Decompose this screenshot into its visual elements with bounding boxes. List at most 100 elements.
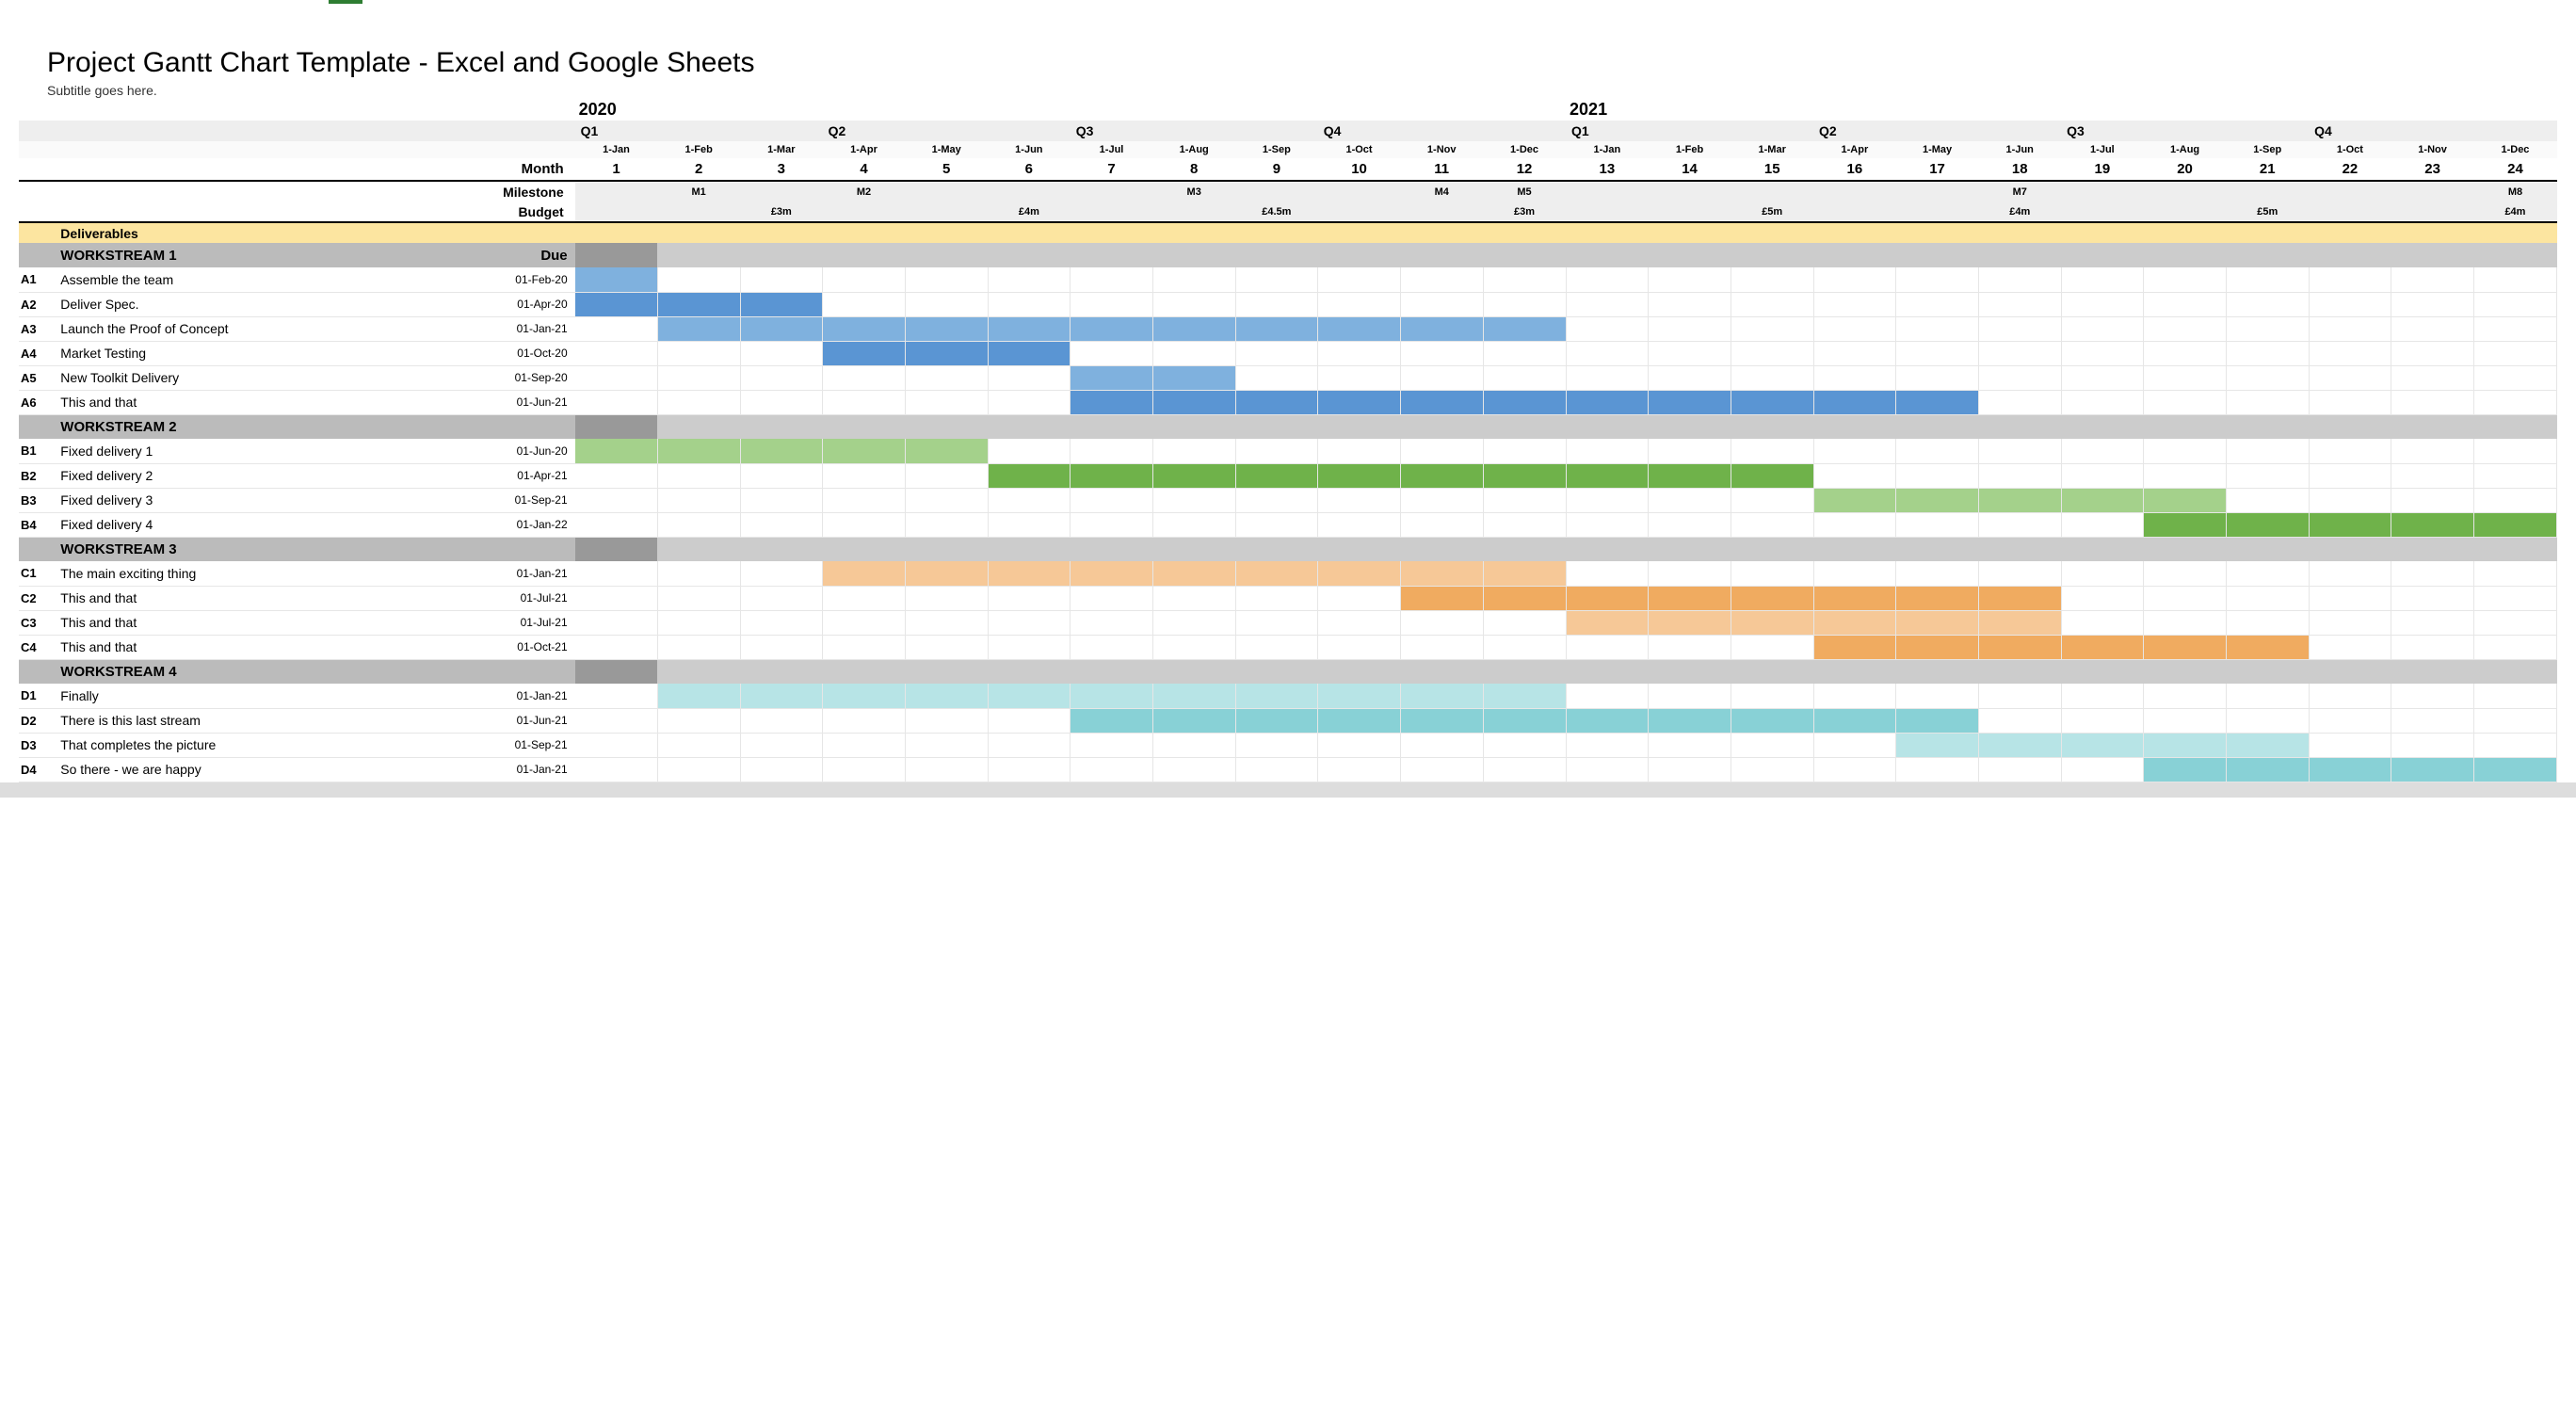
gantt-cell-B4-1[interactable] (575, 512, 658, 537)
gantt-bar-C3[interactable] (1731, 610, 1813, 635)
ws-gantt-cell[interactable] (1318, 659, 1401, 684)
gantt-bar-D1[interactable] (1318, 684, 1401, 708)
ws-gantt-cell[interactable] (2473, 414, 2556, 439)
ws-gantt-cell[interactable] (2391, 659, 2474, 684)
gantt-bar-A3[interactable] (1483, 316, 1566, 341)
ws-gantt-cell[interactable] (1071, 414, 1153, 439)
gantt-cell-C1-14[interactable] (1649, 561, 1731, 586)
gantt-cell-B3-3[interactable] (740, 488, 823, 512)
gantt-cell-A3-16[interactable] (1813, 316, 1896, 341)
gantt-bar-D2[interactable] (1731, 708, 1813, 733)
gantt-bar-A6[interactable] (1483, 390, 1566, 414)
gantt-cell-D1-18[interactable] (1978, 684, 2061, 708)
gantt-cell-C1-20[interactable] (2144, 561, 2227, 586)
gantt-cell-B4-15[interactable] (1731, 512, 1813, 537)
gantt-cell-A4-9[interactable] (1235, 341, 1318, 365)
gantt-bar-A3[interactable] (988, 316, 1071, 341)
gantt-bar-C1[interactable] (823, 561, 906, 586)
gantt-cell-B4-14[interactable] (1649, 512, 1731, 537)
gantt-bar-C2[interactable] (1896, 586, 1979, 610)
gantt-cell-C4-5[interactable] (905, 635, 988, 659)
gantt-cell-D2-21[interactable] (2226, 708, 2309, 733)
gantt-cell-A5-22[interactable] (2309, 365, 2391, 390)
gantt-bar-A6[interactable] (1813, 390, 1896, 414)
gantt-cell-D3-5[interactable] (905, 733, 988, 757)
ws-gantt-cell[interactable] (1318, 243, 1401, 267)
gantt-cell-B4-17[interactable] (1896, 512, 1979, 537)
gantt-cell-B4-7[interactable] (1071, 512, 1153, 537)
gantt-cell-A4-19[interactable] (2061, 341, 2144, 365)
gantt-cell-B2-18[interactable] (1978, 463, 2061, 488)
ws-gantt-cell[interactable] (575, 414, 658, 439)
gantt-cell-A4-10[interactable] (1318, 341, 1401, 365)
gantt-cell-A5-12[interactable] (1483, 365, 1566, 390)
gantt-cell-A1-16[interactable] (1813, 267, 1896, 292)
gantt-cell-B2-2[interactable] (657, 463, 740, 488)
ws-gantt-cell[interactable] (1896, 537, 1979, 561)
gantt-cell-A1-9[interactable] (1235, 267, 1318, 292)
gantt-cell-D3-1[interactable] (575, 733, 658, 757)
gantt-cell-C3-4[interactable] (823, 610, 906, 635)
gantt-bar-D2[interactable] (1152, 708, 1235, 733)
gantt-cell-B3-8[interactable] (1152, 488, 1235, 512)
gantt-bar-C2[interactable] (1731, 586, 1813, 610)
gantt-cell-B2-16[interactable] (1813, 463, 1896, 488)
ws-gantt-cell[interactable] (1152, 659, 1235, 684)
gantt-cell-C3-2[interactable] (657, 610, 740, 635)
gantt-cell-A1-5[interactable] (905, 267, 988, 292)
ws-gantt-cell[interactable] (2226, 659, 2309, 684)
gantt-cell-B2-17[interactable] (1896, 463, 1979, 488)
gantt-cell-C1-22[interactable] (2309, 561, 2391, 586)
gantt-bar-A3[interactable] (657, 316, 740, 341)
gantt-cell-C4-24[interactable] (2473, 635, 2556, 659)
ws-gantt-cell[interactable] (1978, 659, 2061, 684)
ws-gantt-cell[interactable] (1318, 414, 1401, 439)
gantt-cell-D4-1[interactable] (575, 757, 658, 782)
gantt-bar-B2[interactable] (1400, 463, 1483, 488)
ws-gantt-cell[interactable] (1152, 414, 1235, 439)
gantt-cell-B2-23[interactable] (2391, 463, 2474, 488)
gantt-cell-D4-9[interactable] (1235, 757, 1318, 782)
gantt-cell-C2-10[interactable] (1318, 586, 1401, 610)
gantt-cell-A3-21[interactable] (2226, 316, 2309, 341)
gantt-cell-C3-1[interactable] (575, 610, 658, 635)
gantt-cell-B1-18[interactable] (1978, 439, 2061, 463)
gantt-cell-C4-10[interactable] (1318, 635, 1401, 659)
ws-gantt-cell[interactable] (1235, 243, 1318, 267)
gantt-bar-B1[interactable] (575, 439, 658, 463)
gantt-bar-B4[interactable] (2309, 512, 2391, 537)
gantt-cell-A2-9[interactable] (1235, 292, 1318, 316)
gantt-bar-A6[interactable] (1152, 390, 1235, 414)
ws-gantt-cell[interactable] (657, 243, 740, 267)
gantt-cell-B2-1[interactable] (575, 463, 658, 488)
gantt-bar-C1[interactable] (1400, 561, 1483, 586)
gantt-cell-B4-9[interactable] (1235, 512, 1318, 537)
gantt-bar-B4[interactable] (2226, 512, 2309, 537)
gantt-cell-B2-5[interactable] (905, 463, 988, 488)
gantt-cell-B3-11[interactable] (1400, 488, 1483, 512)
gantt-bar-A6[interactable] (1400, 390, 1483, 414)
gantt-bar-C3[interactable] (1566, 610, 1649, 635)
gantt-bar-C4[interactable] (2061, 635, 2144, 659)
gantt-cell-D2-23[interactable] (2391, 708, 2474, 733)
gantt-bar-B2[interactable] (1071, 463, 1153, 488)
gantt-cell-B1-23[interactable] (2391, 439, 2474, 463)
gantt-bar-A4[interactable] (988, 341, 1071, 365)
gantt-cell-D2-20[interactable] (2144, 708, 2227, 733)
gantt-cell-C1-3[interactable] (740, 561, 823, 586)
ws-gantt-cell[interactable] (1483, 659, 1566, 684)
gantt-cell-C2-19[interactable] (2061, 586, 2144, 610)
gantt-bar-D2[interactable] (1483, 708, 1566, 733)
ws-gantt-cell[interactable] (2391, 243, 2474, 267)
gantt-cell-B2-3[interactable] (740, 463, 823, 488)
gantt-bar-D2[interactable] (1566, 708, 1649, 733)
gantt-bar-D2[interactable] (1235, 708, 1318, 733)
gantt-cell-C4-4[interactable] (823, 635, 906, 659)
gantt-bar-C4[interactable] (1978, 635, 2061, 659)
gantt-cell-C4-15[interactable] (1731, 635, 1813, 659)
gantt-cell-C4-2[interactable] (657, 635, 740, 659)
ws-gantt-cell[interactable] (2391, 537, 2474, 561)
gantt-cell-C1-2[interactable] (657, 561, 740, 586)
gantt-cell-B1-7[interactable] (1071, 439, 1153, 463)
gantt-bar-A5[interactable] (1152, 365, 1235, 390)
